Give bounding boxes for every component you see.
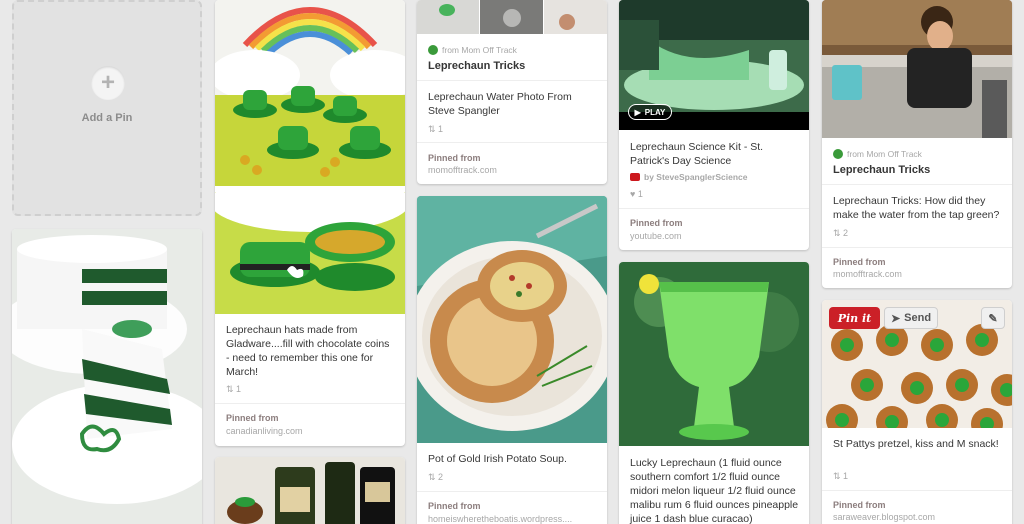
pinned-from-label: Pinned from [428, 501, 481, 511]
pin-image[interactable] [215, 457, 405, 524]
pin-caption: Lucky Leprechaun (1 fluid ounce southern… [630, 457, 799, 524]
pin-image[interactable]: ▶ PLAY [619, 0, 809, 130]
youtube-icon [630, 173, 640, 181]
plus-icon[interactable]: + [91, 66, 125, 100]
pinned-from-label: Pinned from [428, 153, 481, 163]
repin-count: ⇅ 2 [428, 472, 444, 482]
pin-image-2[interactable] [215, 192, 405, 314]
pin-science-kit-video[interactable]: ▶ PLAY Leprechaun Science Kit - St. Patri… [619, 0, 809, 250]
clover-icon [428, 45, 438, 55]
pin-source-link[interactable]: momofftrack.com [833, 269, 902, 279]
pin-cake[interactable] [12, 229, 202, 524]
pin-lucky-leprechaun-drink[interactable]: Lucky Leprechaun (1 fluid ounce southern… [619, 262, 809, 524]
pin-source-link[interactable]: canadianliving.com [226, 426, 303, 436]
repin-count: ⇅ 1 [833, 471, 849, 481]
repin-count: ⇅ 2 [833, 228, 849, 238]
pin-caption: Leprechaun Science Kit - St. Patrick's D… [630, 141, 764, 167]
repin-icon: ⇅ [833, 471, 844, 481]
heart-icon: ♥ [630, 189, 638, 199]
add-pin-tile[interactable]: + Add a Pin [12, 0, 202, 216]
like-count: ♥ 1 [630, 189, 643, 199]
pin-leprechaun-hats[interactable]: Leprechaun hats made from Gladware....fi… [215, 0, 405, 446]
send-button[interactable]: ➤ Send [884, 307, 938, 329]
pinned-from-label: Pinned from [630, 218, 683, 228]
pin-image[interactable] [12, 229, 202, 524]
pin-image[interactable] [822, 0, 1012, 138]
video-author[interactable]: by SteveSpanglerScience [630, 172, 747, 182]
pin-source-link[interactable]: momofftrack.com [428, 165, 497, 175]
pinned-from-label: Pinned from [833, 257, 886, 267]
pin-image[interactable] [417, 196, 607, 443]
repin-icon: ⇅ [428, 472, 439, 482]
pin-it-button[interactable]: Pin it [829, 307, 880, 329]
pin-leprechaun-tricks-tap[interactable]: from Mom Off Track Leprechaun Tricks Lep… [822, 0, 1012, 288]
pin-potato-soup[interactable]: Pot of Gold Irish Potato Soup. ⇅ 2 Pinne… [417, 196, 607, 524]
pinned-from-label: Pinned from [226, 413, 279, 423]
add-pin-label: Add a Pin [81, 112, 133, 124]
pin-whiskey[interactable] [215, 457, 405, 524]
repin-icon: ⇅ [226, 384, 237, 394]
pin-source-link[interactable]: saraweaver.blogspot.com [833, 512, 935, 522]
board-title[interactable]: Leprechaun Tricks [833, 164, 930, 176]
pin-image[interactable] [215, 0, 405, 186]
repin-count: ⇅ 1 [428, 124, 444, 134]
play-button[interactable]: ▶ PLAY [628, 104, 672, 120]
pin-image[interactable]: Pin it ➤ Send ✎ [822, 300, 1012, 428]
pin-source-link[interactable]: homeiswheretheboatis.wordpress.... [428, 514, 572, 524]
pencil-icon: ✎ [988, 312, 998, 325]
pin-caption: Leprechaun Water Photo From Steve Spangl… [428, 91, 572, 117]
pin-pretzel-snack[interactable]: Pin it ➤ Send ✎ St Pattys pretzel, kiss a… [822, 300, 1012, 524]
pin-caption: Leprechaun hats made from Gladware....fi… [226, 324, 390, 378]
pin-caption: Pot of Gold Irish Potato Soup. [428, 453, 567, 465]
board-from[interactable]: from Mom Off Track [428, 45, 517, 55]
repin-count: ⇅ 1 [226, 384, 242, 394]
board-title[interactable]: Leprechaun Tricks [428, 60, 525, 72]
pin-caption: Leprechaun Tricks: How did they make the… [833, 195, 1000, 221]
pinned-from-label: Pinned from [833, 500, 886, 510]
pin-image[interactable] [417, 0, 607, 34]
clover-icon [833, 149, 843, 159]
pin-leprechaun-water-photo[interactable]: from Mom Off Track Leprechaun Tricks Lep… [417, 0, 607, 184]
play-icon: ▶ [634, 107, 641, 117]
pin-source-link[interactable]: youtube.com [630, 231, 682, 241]
board-from[interactable]: from Mom Off Track [833, 149, 922, 159]
pin-image[interactable] [619, 262, 809, 446]
edit-button[interactable]: ✎ [981, 307, 1005, 329]
paper-plane-icon: ➤ [890, 312, 901, 325]
repin-icon: ⇅ [833, 228, 844, 238]
pin-caption: St Pattys pretzel, kiss and M snack! [833, 438, 999, 450]
repin-icon: ⇅ [428, 124, 439, 134]
